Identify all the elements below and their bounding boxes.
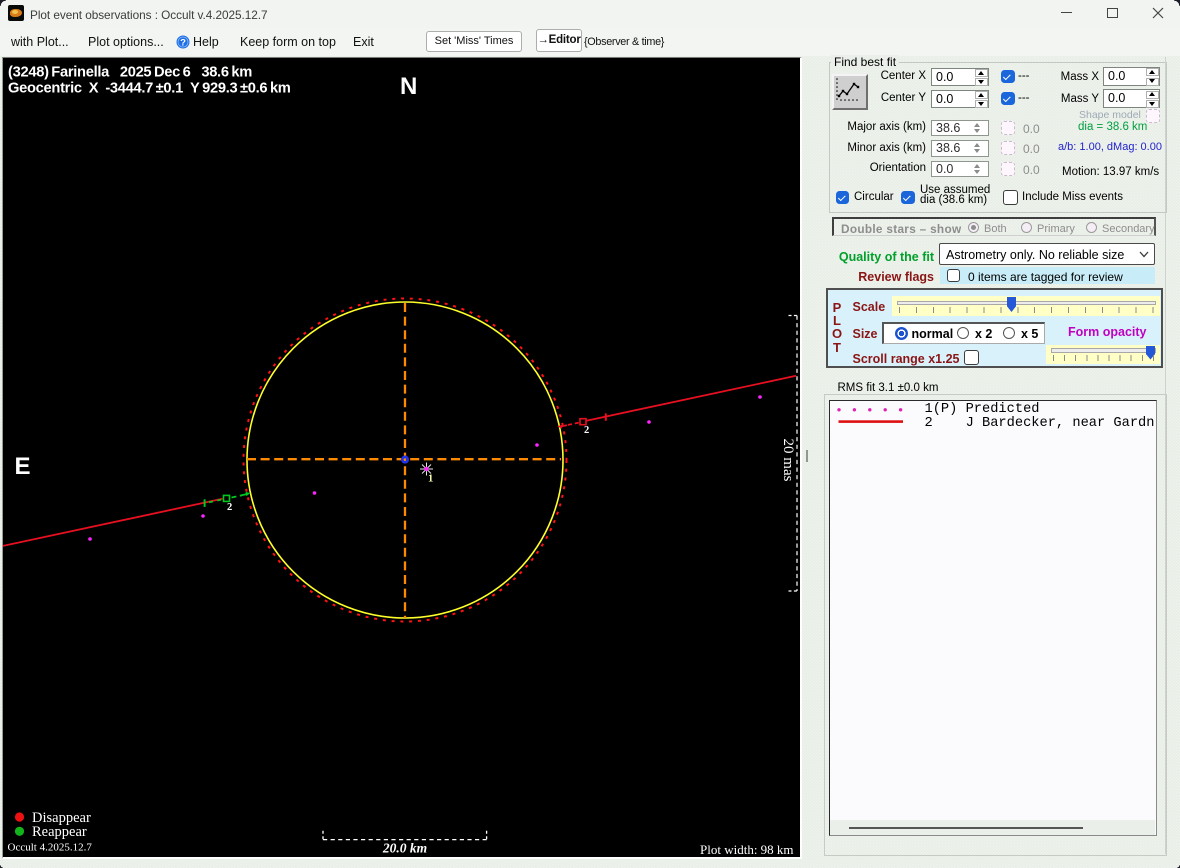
svg-text:?: ?	[180, 38, 186, 49]
svg-text:2: 2	[227, 502, 232, 513]
svg-text:2: 2	[584, 425, 589, 436]
svg-text:N: N	[400, 73, 417, 100]
svg-text:20 mas: 20 mas	[780, 439, 796, 482]
svg-text:E: E	[15, 453, 31, 480]
svg-text:Geocentric X -3444.7 ±0.1 Y 92: Geocentric X -3444.7 ±0.1 Y 929.3 ±0.6 k…	[8, 81, 291, 97]
svg-text:20.0 km: 20.0 km	[382, 841, 427, 856]
svg-text:Occult 4.2025.12.7: Occult 4.2025.12.7	[8, 842, 93, 854]
svg-text:1: 1	[428, 473, 433, 484]
svg-text:Plot width: 98 km: Plot width: 98 km	[700, 842, 794, 857]
svg-text:(3248) Farinella 2025 Dec 6: (3248) Farinella 2025 Dec 6 38.6 km	[8, 65, 252, 81]
svg-text:Reappear: Reappear	[32, 824, 87, 840]
